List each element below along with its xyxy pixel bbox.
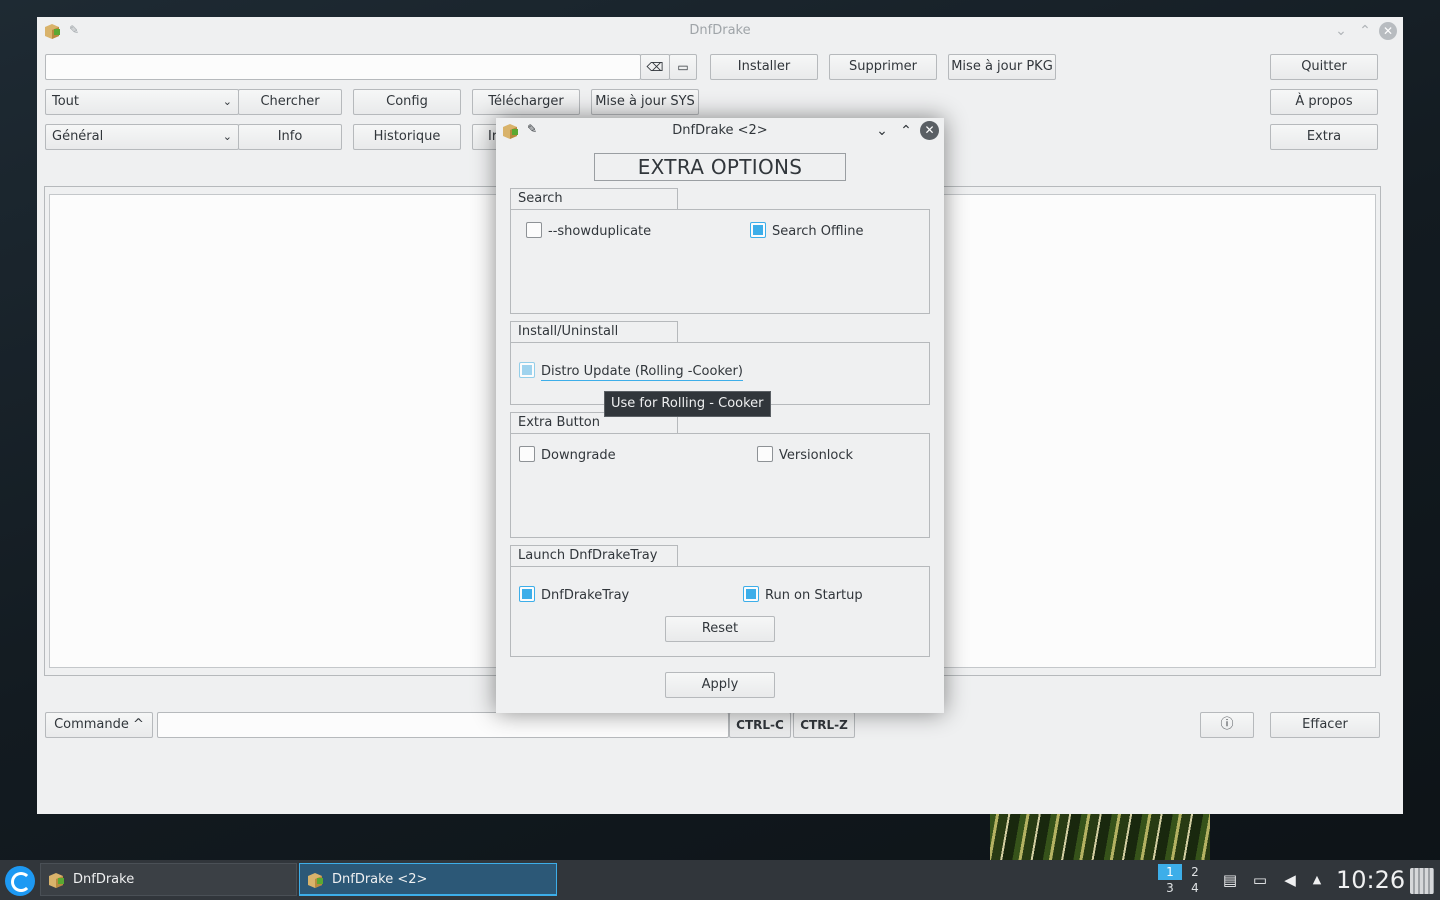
taskbar: DnfDrake DnfDrake <2> 1 2 3 4 ▤ ▭ ◀ ▲ 10… [0,860,1440,900]
tray-group-label: Launch DnfDrakeTray [510,545,678,566]
downgrade-checkbox[interactable]: Downgrade [519,446,616,464]
dialog-titlebar[interactable]: ✎ DnfDrake <2> ⌄ ⌃ ✕ [496,118,944,144]
config-button[interactable]: Config [353,89,461,115]
scope-combo-value: Tout [52,94,80,109]
remove-button[interactable]: Supprimer [829,54,937,80]
showduplicate-label: --showduplicate [548,224,652,239]
main-titlebar[interactable]: ✎ DnfDrake ⌄ ⌃ ✕ [37,17,1403,45]
history-button[interactable]: Historique [353,124,461,150]
clear-button[interactable]: Effacer [1270,712,1380,738]
quit-button[interactable]: Quitter [1270,54,1378,80]
trash-icon[interactable] [1410,868,1434,894]
apply-button[interactable]: Apply [665,672,775,698]
dnfdrake-app-icon [308,873,323,888]
clock[interactable]: 10:26 [1336,865,1405,895]
update-pkg-button[interactable]: Mise à jour PKG [948,54,1056,80]
command-button[interactable]: Commande ^ [45,712,153,738]
search-input[interactable] [45,54,641,80]
distro-update-label: Distro Update (Rolling -Cooker) [541,364,743,381]
command-input[interactable] [157,712,729,738]
tray-group [510,566,930,657]
showduplicate-checkbox[interactable]: --showduplicate [526,222,651,240]
desktop-2[interactable]: 2 [1183,864,1207,880]
search-offline-checkbox[interactable]: Search Offline [750,222,863,240]
search-button[interactable]: Chercher [238,89,342,115]
distro-update-tooltip: Use for Rolling - Cooker [604,391,771,417]
task-dnfdrake[interactable]: DnfDrake [40,863,297,896]
category-combo[interactable]: Général ⌄ [45,124,239,150]
ctrl-c-button[interactable]: CTRL-C [729,712,791,738]
clipboard-icon[interactable]: ▤ [1221,871,1239,889]
network-icon[interactable]: ▭ [1251,871,1269,889]
close-icon[interactable]: ✕ [920,121,939,140]
ctrl-z-button[interactable]: CTRL-Z [793,712,855,738]
chevron-down-icon: ⌄ [222,95,232,108]
folder-icon[interactable]: ▭ [669,54,697,80]
update-sys-button[interactable]: Mise à jour SYS [591,89,699,115]
desktop-1[interactable]: 1 [1158,864,1182,880]
install-group-label: Install/Uninstall [510,321,678,342]
distro-update-checkbox[interactable]: Distro Update (Rolling -Cooker) [519,362,743,381]
clear-search-icon[interactable]: ⌫ [640,54,670,80]
close-icon[interactable]: ✕ [1379,22,1397,40]
info-button[interactable]: Info [238,124,342,150]
maximize-icon[interactable]: ⌃ [896,121,916,141]
about-button[interactable]: À propos [1270,89,1378,115]
run-on-startup-checkbox[interactable]: Run on Startup [743,586,863,604]
volume-icon[interactable]: ◀ [1281,871,1299,889]
reset-button[interactable]: Reset [665,616,775,642]
extra-options-heading: EXTRA OPTIONS [594,153,846,181]
dnfdraketray-label: DnfDrakeTray [541,588,630,603]
search-offline-label: Search Offline [772,224,864,239]
wallpaper-plant [990,814,1210,860]
checkbox-box [519,446,535,462]
desktop-4[interactable]: 4 [1183,880,1207,896]
checkbox-box [519,586,535,602]
minimize-icon[interactable]: ⌄ [1331,21,1351,41]
extra-button[interactable]: Extra [1270,124,1378,150]
scope-combo[interactable]: Tout ⌄ [45,89,239,115]
run-on-startup-label: Run on Startup [765,588,863,603]
task-label: DnfDrake [73,872,135,887]
dnfdrake-app-icon [49,873,64,888]
downgrade-label: Downgrade [541,448,616,463]
dnfdraketray-checkbox[interactable]: DnfDrakeTray [519,586,629,604]
versionlock-label: Versionlock [779,448,854,463]
minimize-icon[interactable]: ⌄ [872,121,892,141]
download-button[interactable]: Télécharger [472,89,580,115]
info-icon[interactable]: ⓘ [1200,712,1254,738]
install-button[interactable]: Installer [710,54,818,80]
application-launcher-icon[interactable] [5,866,35,896]
versionlock-checkbox[interactable]: Versionlock [757,446,853,464]
tray-expand-icon[interactable]: ▲ [1308,871,1326,889]
search-group-label: Search [510,188,678,209]
task-label: DnfDrake <2> [332,872,428,887]
main-window-title: DnfDrake [689,23,751,38]
desktop-3[interactable]: 3 [1158,880,1182,896]
task-dnfdrake-2[interactable]: DnfDrake <2> [299,863,557,896]
checkbox-box [743,586,759,602]
chevron-down-icon: ⌄ [222,130,232,143]
checkbox-box [750,222,766,238]
checkbox-box [526,222,542,238]
category-combo-value: Général [52,129,104,144]
checkbox-box [519,362,535,378]
checkbox-box [757,446,773,462]
maximize-icon[interactable]: ⌃ [1355,21,1375,41]
virtual-desktop-pager[interactable]: 1 2 3 4 [1158,864,1208,896]
